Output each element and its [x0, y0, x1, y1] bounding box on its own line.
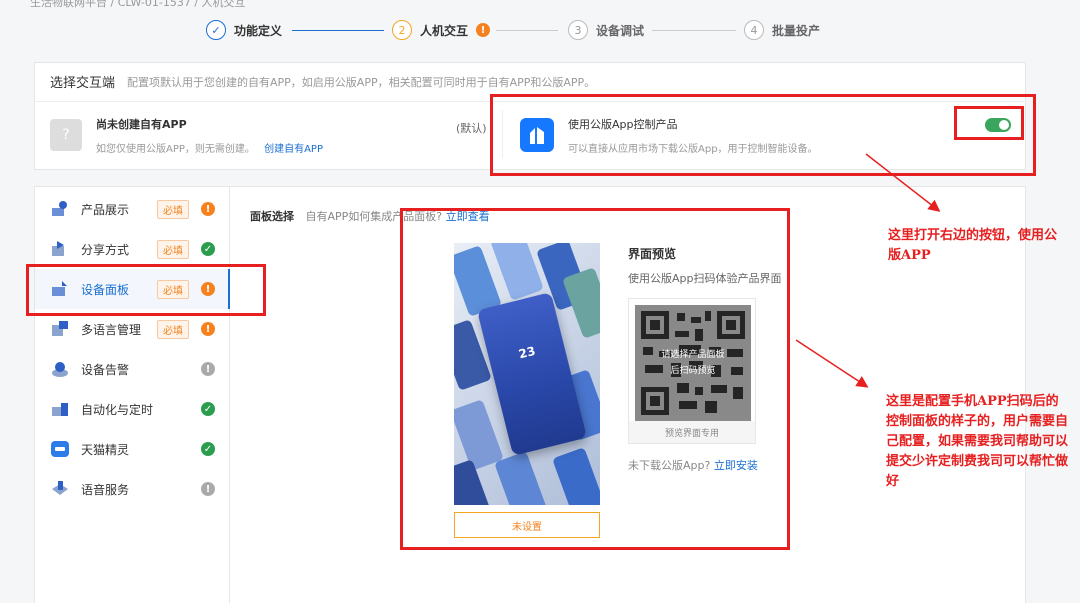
- annotation-note-toggle: 这里打开右边的按钮，使用公版APP: [888, 228, 1058, 263]
- annotation-note-panel: 这里是配置手机APP扫码后的控制面板的样子的，用户需要自己配置，如果需要我司帮助…: [886, 394, 1069, 489]
- annotation-arrows: [795, 153, 941, 388]
